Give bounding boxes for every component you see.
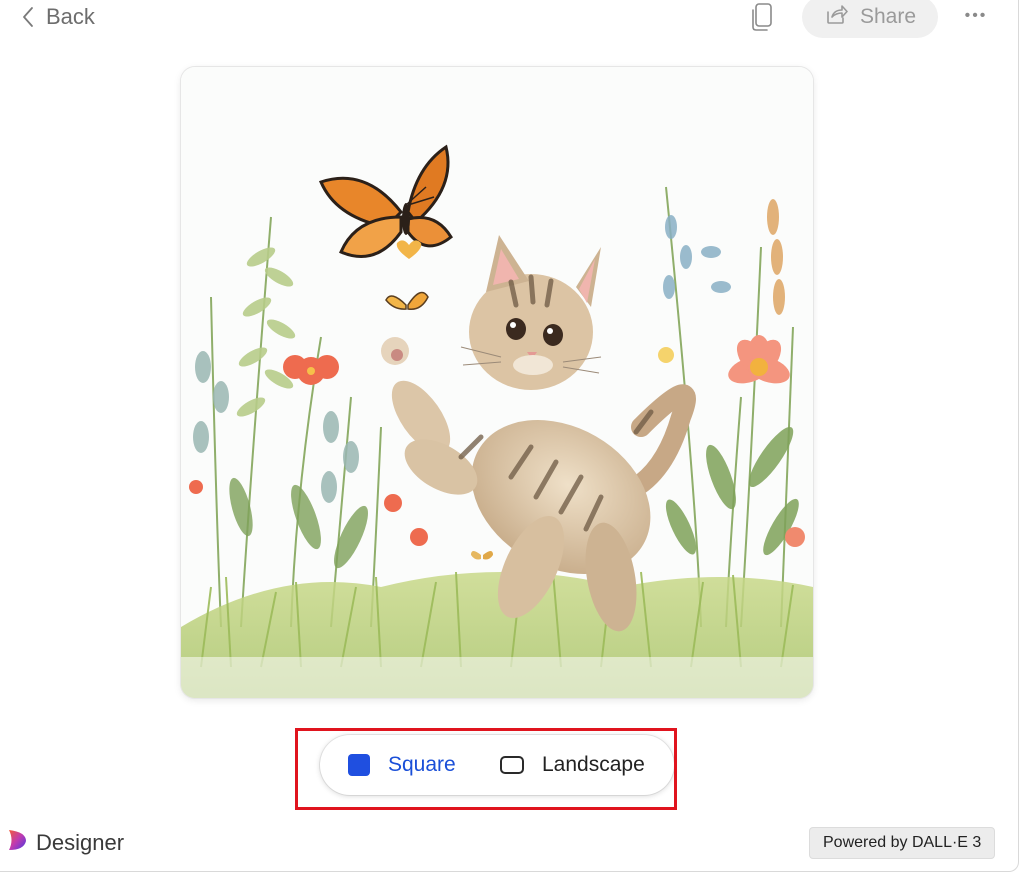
square-icon (348, 754, 370, 776)
more-options-button[interactable]: ••• (958, 2, 994, 30)
landscape-icon (500, 756, 524, 774)
chevron-left-icon (22, 6, 34, 28)
copy-icon (750, 3, 776, 36)
square-option[interactable]: Square (348, 735, 456, 795)
back-label: Back (46, 4, 95, 29)
generated-image[interactable] (181, 67, 813, 698)
powered-label: Powered by DALL·E 3 (823, 834, 982, 851)
kitten-butterfly-illustration (181, 67, 813, 698)
square-label: Square (388, 753, 456, 776)
designer-brand: Designer (6, 828, 124, 858)
aspect-ratio-toggle: Square Landscape (320, 735, 674, 795)
landscape-option[interactable]: Landscape (500, 735, 645, 795)
powered-by-badge: Powered by DALL·E 3 (809, 827, 996, 859)
share-label: Share (859, 5, 917, 28)
more-horizontal-icon: ••• (964, 7, 988, 24)
designer-logo-icon (6, 828, 28, 858)
copy-button[interactable] (750, 2, 776, 32)
back-button[interactable]: Back (22, 4, 95, 30)
share-button[interactable]: Share (802, 0, 938, 38)
landscape-label: Landscape (542, 753, 645, 776)
share-icon (824, 3, 848, 31)
brand-label: Designer (36, 830, 125, 855)
